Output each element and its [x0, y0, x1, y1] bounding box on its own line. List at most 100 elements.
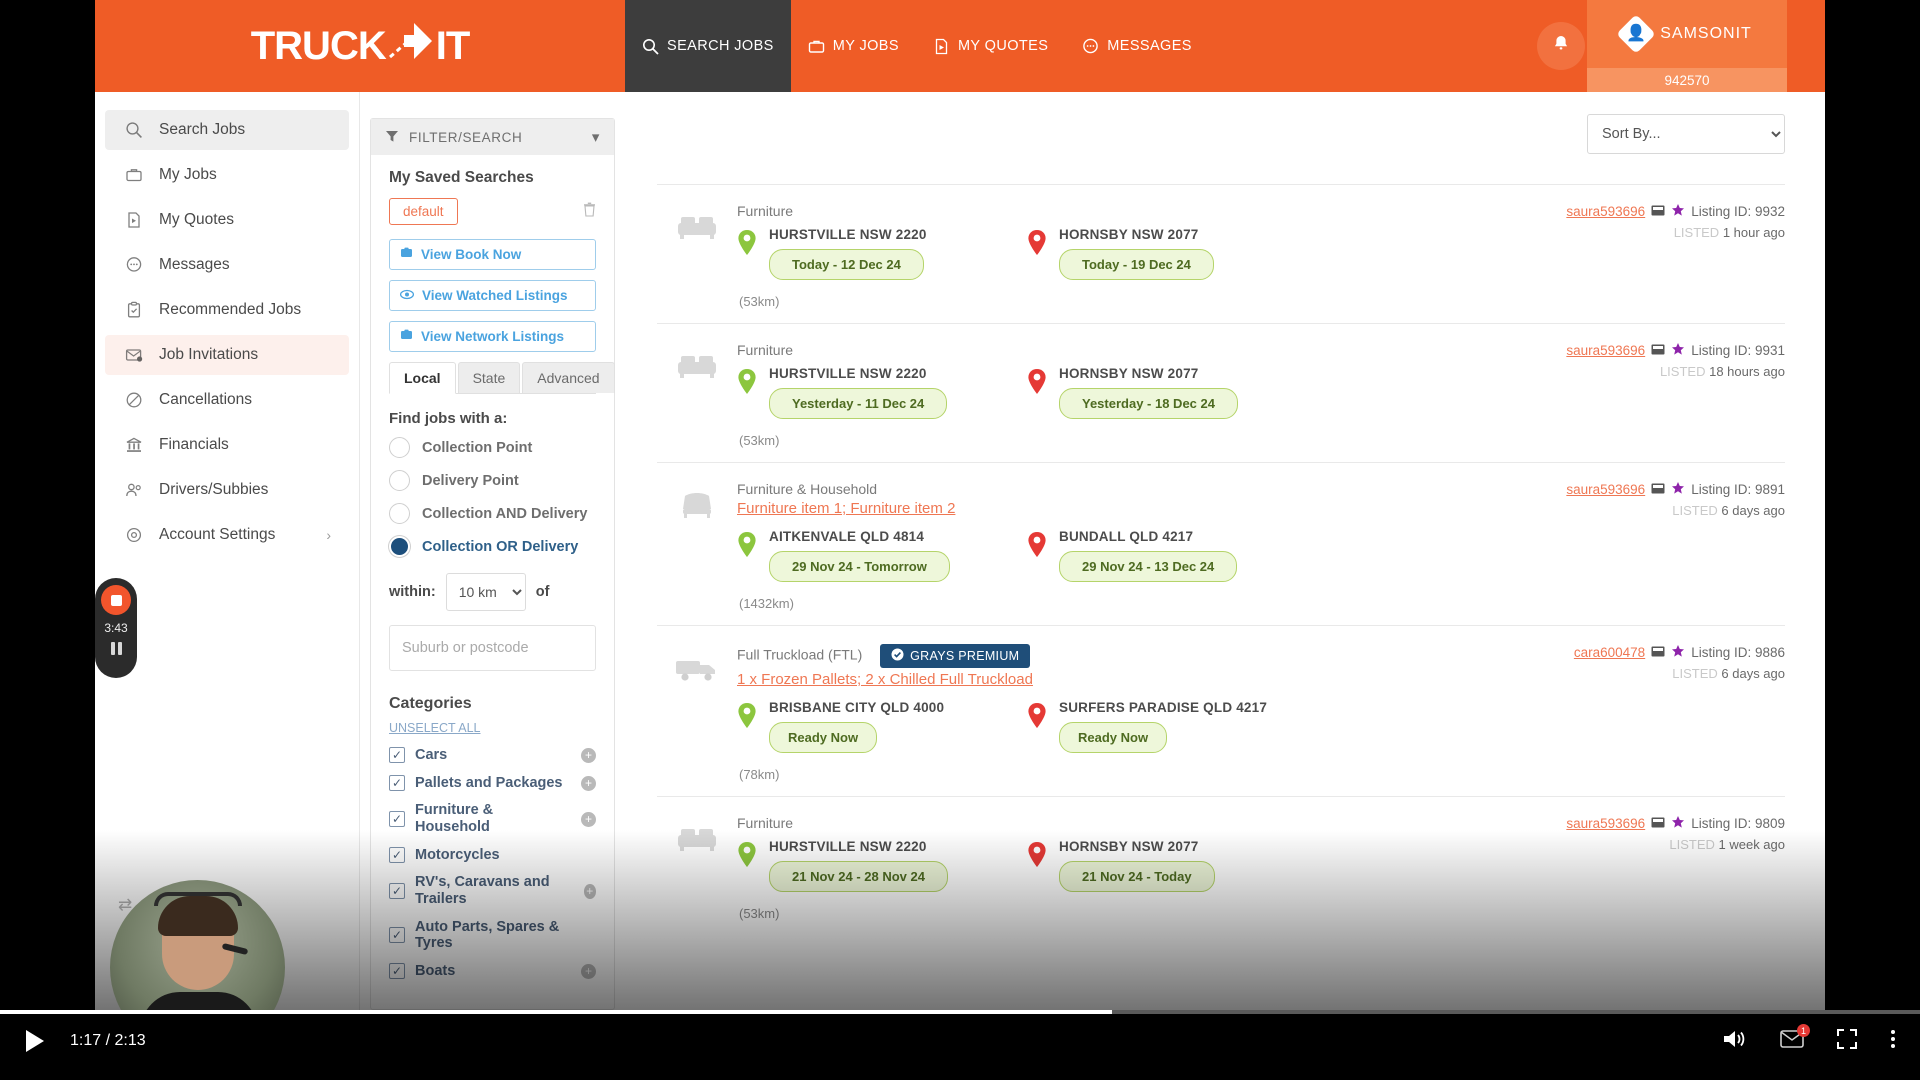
category-row-rvs-caravans-trailers[interactable]: ✓ RV's, Caravans and Trailers +	[389, 874, 596, 907]
pickup-point: AITKENVALE QLD 4814 29 Nov 24 - Tomorrow	[737, 529, 1027, 582]
kebab-menu-icon[interactable]	[1890, 1028, 1896, 1050]
category-row-auto-parts[interactable]: ✓ Auto Parts, Spares & Tyres	[389, 919, 596, 952]
chevron-down-icon[interactable]: ▾	[592, 128, 600, 146]
sidebar-item-financials[interactable]: Financials	[105, 425, 349, 465]
nav-label: SEARCH JOBS	[667, 38, 774, 54]
radio-collection-or-delivery[interactable]: Collection OR Delivery	[389, 536, 596, 557]
star-icon	[1671, 644, 1685, 661]
dropoff-location: HORNSBY NSW 2077	[1059, 366, 1199, 381]
play-button[interactable]	[26, 1030, 44, 1052]
nav-messages[interactable]: MESSAGES	[1065, 0, 1209, 92]
filter-panel-header[interactable]: FILTER/SEARCH ▾	[371, 119, 614, 155]
expand-plus-icon[interactable]: +	[581, 747, 596, 763]
listing-title-link[interactable]: 1 x Frozen Pallets; 2 x Chilled Full Tru…	[737, 671, 1033, 688]
sort-by-select[interactable]: Sort By...	[1587, 114, 1785, 154]
pickup-date-pill: 29 Nov 24 - Tomorrow	[769, 551, 950, 582]
sidebar-item-account-settings[interactable]: Account Settings ›	[105, 515, 349, 555]
checkbox[interactable]: ✓	[389, 963, 405, 980]
check-circle-icon	[891, 648, 904, 664]
checkbox[interactable]: ✓	[389, 747, 405, 764]
saved-search-chip-default[interactable]: default	[389, 198, 458, 225]
expand-plus-icon[interactable]: +	[581, 963, 596, 979]
video-progress-bar[interactable]	[0, 1010, 1920, 1014]
filter-tabs: Local State Advanced	[389, 362, 615, 394]
expand-plus-icon[interactable]: +	[583, 883, 596, 899]
checkbox[interactable]: ✓	[389, 847, 405, 864]
swap-camera-icon[interactable]: ⇄	[118, 895, 132, 915]
filter-column: FILTER/SEARCH ▾ My Saved Searches defaul…	[360, 92, 625, 1010]
user-account-menu[interactable]: 👤 SAMSONIT 942570	[1587, 0, 1787, 92]
nav-my-quotes[interactable]: MY QUOTES	[916, 0, 1065, 92]
radio-delivery-point[interactable]: Delivery Point	[389, 470, 596, 491]
checkbox[interactable]: ✓	[389, 775, 405, 791]
expand-plus-icon[interactable]: +	[581, 775, 596, 791]
view-watched-listings-button[interactable]: View Watched Listings	[389, 280, 596, 311]
nav-my-jobs[interactable]: MY JOBS	[791, 0, 916, 92]
sidebar-item-job-invitations[interactable]: Job Invitations	[105, 335, 349, 375]
sidebar-item-messages[interactable]: Messages	[105, 245, 349, 285]
listing-row[interactable]: Furniture & Household Furniture item 1; …	[657, 462, 1785, 625]
document-icon	[125, 211, 143, 229]
unselect-all-link[interactable]: UNSELECT ALL	[389, 721, 480, 735]
star-icon	[1671, 481, 1685, 498]
radio-collection-and-delivery[interactable]: Collection AND Delivery	[389, 503, 596, 524]
mail-icon[interactable]: 1	[1780, 1024, 1810, 1048]
sidebar-item-recommended-jobs[interactable]: Recommended Jobs	[105, 290, 349, 330]
dropoff-point: HORNSBY NSW 2077 21 Nov 24 - Today	[1027, 839, 1317, 892]
listing-row[interactable]: Full Truckload (FTL) GRAYS PREMIUM 1 x F…	[657, 625, 1785, 796]
pickup-location: BRISBANE CITY QLD 4000	[769, 700, 945, 715]
listing-user-link[interactable]: saura593696	[1566, 482, 1645, 497]
pin-green-icon	[737, 227, 759, 280]
dropoff-date-pill: 21 Nov 24 - Today	[1059, 861, 1215, 892]
sidebar-item-search-jobs[interactable]: Search Jobs	[105, 110, 349, 150]
notifications-bell-button[interactable]	[1537, 22, 1585, 70]
category-row-cars[interactable]: ✓ Cars +	[389, 747, 596, 764]
sidebar-item-drivers-subbies[interactable]: Drivers/Subbies	[105, 470, 349, 510]
dropoff-date-pill: Ready Now	[1059, 722, 1168, 753]
suburb-postcode-input[interactable]	[389, 625, 596, 671]
listing-row[interactable]: Furniture HURSTVILLE NSW 2220 21 Nov 24 …	[657, 796, 1785, 935]
sidebar-item-label: My Quotes	[159, 211, 234, 228]
view-book-now-button[interactable]: View Book Now	[389, 239, 596, 270]
dropoff-location: HORNSBY NSW 2077	[1059, 839, 1199, 854]
category-row-boats[interactable]: ✓ Boats +	[389, 963, 596, 980]
button-label: View Watched Listings	[422, 288, 568, 303]
stop-recording-button[interactable]	[101, 585, 131, 615]
pause-recording-button[interactable]	[110, 642, 122, 655]
chat-icon	[125, 256, 143, 274]
listing-id: Listing ID: 9891	[1691, 482, 1785, 497]
site-logo[interactable]: TRUCK IT	[95, 0, 625, 92]
expand-plus-icon[interactable]: +	[581, 811, 596, 827]
within-distance-select[interactable]: 10 km	[445, 573, 526, 611]
listing-user-link[interactable]: saura593696	[1566, 816, 1645, 831]
listing-user-link[interactable]: saura593696	[1566, 343, 1645, 358]
category-label: Pallets and Packages	[415, 774, 563, 791]
pickup-date-pill: Ready Now	[769, 722, 878, 753]
trash-icon[interactable]	[583, 202, 596, 221]
listing-row[interactable]: Furniture HURSTVILLE NSW 2220 Yesterday …	[657, 323, 1785, 462]
checkbox[interactable]: ✓	[389, 883, 405, 900]
id-card-icon	[1651, 645, 1665, 660]
tab-state[interactable]: State	[457, 362, 521, 393]
category-row-motorcycles[interactable]: ✓ Motorcycles	[389, 847, 596, 864]
volume-icon[interactable]	[1722, 1028, 1748, 1050]
listing-user-link[interactable]: saura593696	[1566, 204, 1645, 219]
listing-row[interactable]: Furniture HURSTVILLE NSW 2220 Today - 12…	[657, 184, 1785, 323]
view-network-listings-button[interactable]: View Network Listings	[389, 321, 596, 352]
tab-local[interactable]: Local	[389, 362, 456, 394]
nav-search-jobs[interactable]: SEARCH JOBS	[625, 0, 791, 92]
listing-title-link[interactable]: Furniture item 1; Furniture item 2	[737, 500, 955, 517]
checkbox[interactable]: ✓	[389, 811, 405, 828]
listing-user-link[interactable]: cara600478	[1574, 645, 1645, 660]
sidebar-item-cancellations[interactable]: Cancellations	[105, 380, 349, 420]
checkbox[interactable]: ✓	[389, 927, 405, 944]
sidebar-item-label: Job Invitations	[159, 346, 259, 363]
sidebar-item-my-quotes[interactable]: My Quotes	[105, 200, 349, 240]
category-row-pallets-and-packages[interactable]: ✓ Pallets and Packages +	[389, 775, 596, 792]
fullscreen-icon[interactable]	[1836, 1028, 1858, 1050]
category-row-furniture-household[interactable]: ✓ Furniture & Household +	[389, 802, 596, 835]
sidebar-item-my-jobs[interactable]: My Jobs	[105, 155, 349, 195]
tab-advanced[interactable]: Advanced	[522, 362, 615, 393]
radio-collection-point[interactable]: Collection Point	[389, 437, 596, 458]
filter-panel: FILTER/SEARCH ▾ My Saved Searches defaul…	[370, 118, 615, 1010]
